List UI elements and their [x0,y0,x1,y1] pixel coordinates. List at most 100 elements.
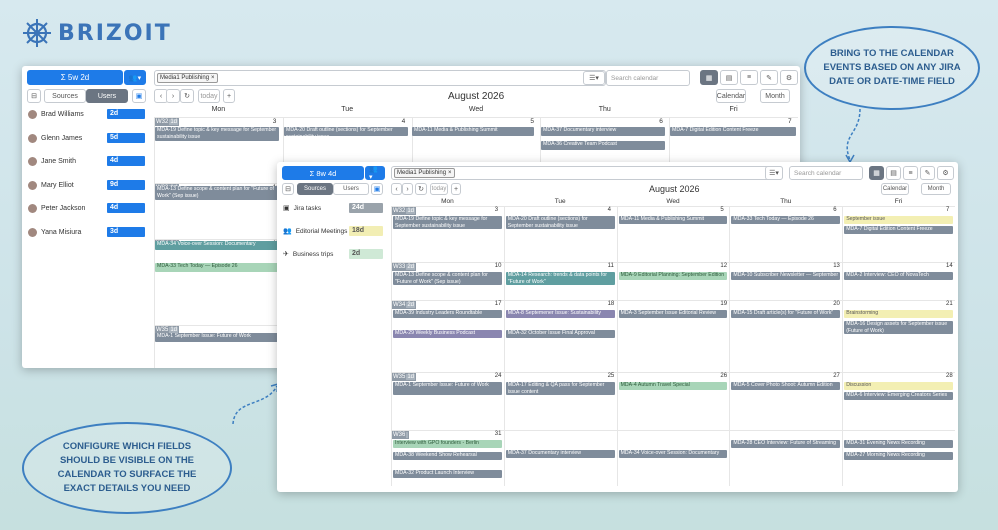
event-item[interactable]: MDA-32 October Issue Final Approval [505,330,615,338]
event-item[interactable]: Interview with GPO founders - Berlin [393,440,502,448]
event-item[interactable]: MDA-3 September Issue Editorial Review [618,310,728,318]
event-item[interactable]: MDA-36 Creative Team Podcast [541,141,665,150]
front-tab-users[interactable]: Users [333,183,369,195]
user-row[interactable]: Yana Misiura [28,227,81,237]
event-item[interactable]: MDA-11 Media & Publishing Summit [618,216,728,224]
event-item[interactable]: MDA-7 Digital Edition Content Freeze [670,127,796,136]
event-item[interactable]: MDA-15 Draft article(s) for "Future of W… [731,310,841,318]
source-row[interactable]: ▣ Jira tasks [283,204,321,213]
event-item[interactable]: MDA-13 Define scope & content plan for "… [155,186,279,200]
event-item[interactable]: MDA-38 Weekend Show Rehearsal [393,452,502,460]
front-filter-bar[interactable]: Media1 Publishing × [391,166,783,180]
event-item[interactable]: MDA-29 Weekly Business Podcast [393,330,502,338]
event-item[interactable]: MDA-16 Design assets for September issue… [844,321,953,334]
event-item[interactable]: MDA-13 Define scope & content plan for "… [393,272,502,285]
refresh-icon[interactable]: ↻ [180,89,194,103]
user-row[interactable]: Brad Williams [28,110,84,119]
back-tab-users[interactable]: Users [86,89,128,103]
event-item[interactable]: Brainstorming [844,310,953,318]
event-item[interactable]: MDA-20 Draft outline (sections) for Sept… [284,127,408,136]
next-arrow-icon[interactable]: › [166,89,180,103]
day-cell[interactable] [503,430,617,486]
event-item[interactable]: MDA-1 September Issue: Future of Work [155,333,279,342]
day-cell[interactable] [616,430,730,486]
collapse-icon[interactable]: ⊟ [27,89,41,103]
day-cell[interactable] [842,262,955,300]
back-tab-sources[interactable]: Sources [44,89,86,103]
day-cell[interactable] [729,262,843,300]
event-item[interactable]: MDA-31 Evening News Recording [844,440,953,448]
source-row[interactable]: ✈ Business trips [283,250,333,259]
user-row[interactable]: Peter Jackson [28,204,85,213]
back-month-title[interactable]: August 2026 [448,91,504,102]
front-view-month[interactable]: Month [921,183,951,195]
collapse-icon[interactable]: ⊟ [282,183,294,195]
front-users-dropdown[interactable]: 👥▾ [365,166,385,181]
back-view-calendar[interactable]: Calendar [716,89,746,103]
prev-arrow-icon[interactable]: ‹ [391,183,402,195]
event-item[interactable]: MDA-11 Media & Publishing Summit [412,127,534,136]
event-item[interactable]: MDA-19 Define topic & key message for Se… [393,216,502,229]
add-icon[interactable]: + [451,183,461,195]
front-tab-sources[interactable]: Sources [297,183,333,195]
calendar-select-icon[interactable]: ▣ [371,183,383,195]
day-cell[interactable] [503,206,617,262]
day-cell[interactable] [503,372,617,430]
add-icon[interactable]: + [223,89,235,103]
back-filter-bar[interactable]: Media1 Publishing × [154,70,606,86]
event-item[interactable]: MDA-10 Subscriber Newsletter — September [731,272,841,280]
event-item[interactable]: MDA-28 CEO Interview: Future of Streamin… [731,440,841,448]
day-cell[interactable] [616,206,730,262]
gear-icon[interactable]: ⚙ [780,70,798,85]
event-item[interactable]: Discussion [844,382,953,390]
user-row[interactable]: Jane Smith [28,157,76,166]
event-item[interactable]: MDA-2 Interview: CEO of NovaTech [844,272,953,280]
edit-icon[interactable]: ✎ [920,166,935,180]
day-cell[interactable] [729,206,843,262]
refresh-icon[interactable]: ↻ [415,183,427,195]
event-item[interactable]: MDA-9 Editorial Planning: September Edit… [618,272,728,280]
calendar-view-icon[interactable]: ▦ [700,70,718,85]
event-item[interactable]: MDA-6 Interview: Emerging Creators Serie… [844,392,953,400]
calendar-select-icon[interactable]: ▣ [132,89,146,103]
event-item[interactable]: MDA-37 Documentary interview [505,450,615,458]
event-item[interactable]: MDA-19 Define topic & key message for Se… [155,127,279,141]
source-row[interactable]: 👥 Editorial Meetings [283,227,347,236]
event-item[interactable]: MDA-27 Morning News Recording [844,452,953,460]
day-cell[interactable] [729,430,843,486]
edit-icon[interactable]: ✎ [760,70,778,85]
event-item[interactable]: MDA-5 Cover Photo Shoot: Autumn Edition [731,382,841,390]
event-item[interactable]: MDA-17 Editing & QA pass for September i… [505,382,615,395]
event-item[interactable]: MDA-14 Research: trends & data points fo… [505,272,615,285]
back-filter-menu[interactable]: ☰▾ [583,71,605,85]
clipboard-icon[interactable]: ▤ [720,70,738,85]
day-cell[interactable] [154,239,283,325]
day-cell[interactable] [616,372,730,430]
back-view-month[interactable]: Month [760,89,790,103]
front-today-button[interactable]: today [430,183,448,195]
event-item[interactable]: MDA-39 Industry Leaders Roundtable [393,310,502,318]
back-users-dropdown[interactable]: 👥▾ [124,70,146,85]
front-month-title[interactable]: August 2026 [649,184,700,194]
event-item[interactable]: MDA-1 September Issue: Future of Work [393,382,502,395]
day-cell[interactable] [616,262,730,300]
next-arrow-icon[interactable]: › [402,183,413,195]
calendar-view-icon[interactable]: ▦ [869,166,884,180]
event-item[interactable]: MDA-33 Tech Today — Episode 26 [731,216,841,224]
user-row[interactable]: Mary Elliot [28,180,74,190]
front-total-button[interactable]: Σ 8w 4d [282,166,364,180]
list-icon[interactable]: ≡ [740,70,758,85]
event-item[interactable]: MDA-34 Voice-over Session: Documentary [618,450,728,458]
event-item[interactable]: September issue [844,216,953,224]
back-total-button[interactable]: Σ 5w 2d [27,70,123,85]
list-icon[interactable]: ≡ [903,166,918,180]
front-filter-chip[interactable]: Media1 Publishing × [394,168,455,178]
front-filter-menu[interactable]: ☰▾ [765,166,783,180]
front-view-calendar[interactable]: Calendar [881,183,909,195]
clipboard-icon[interactable]: ▤ [886,166,901,180]
back-today-button[interactable]: today [198,89,220,103]
day-cell[interactable] [842,206,955,262]
event-item[interactable]: MDA-20 Draft outline (sections) for Sept… [505,216,615,229]
user-row[interactable]: Glenn James [28,133,82,143]
front-search-input[interactable]: Search calendar [789,166,863,180]
